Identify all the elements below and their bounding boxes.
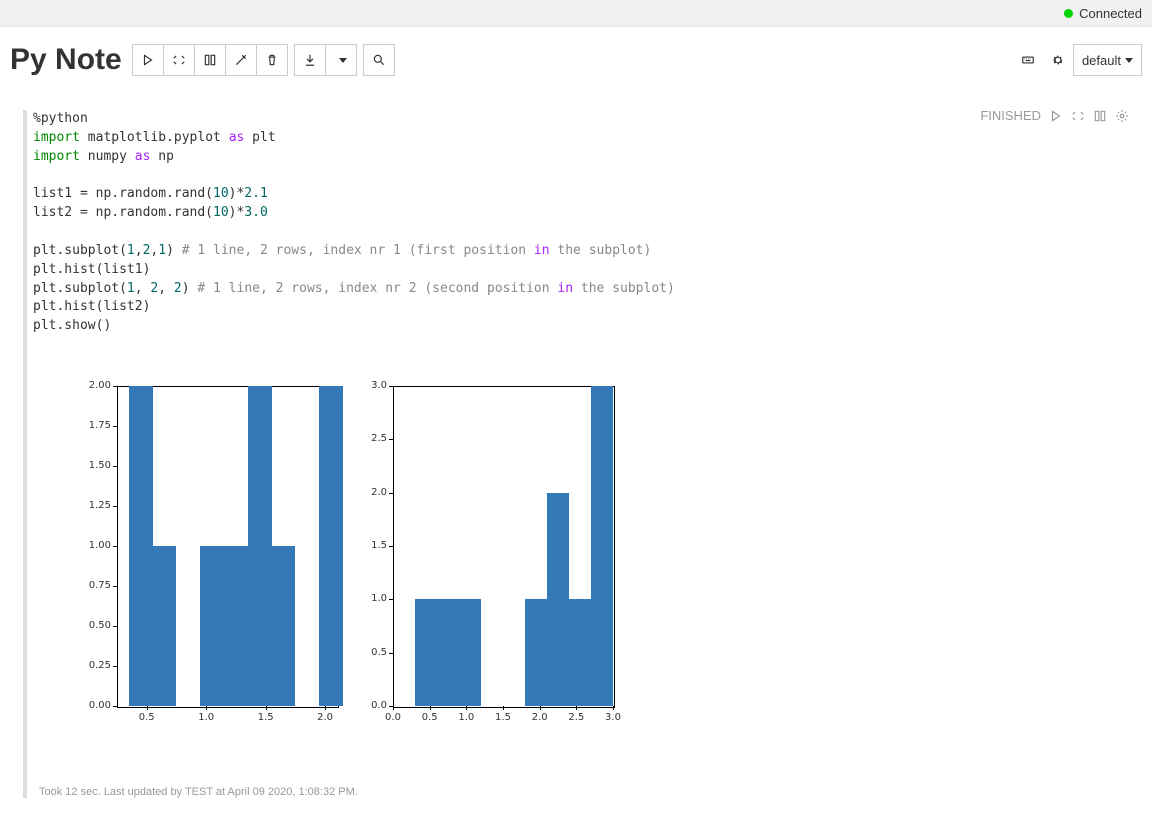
interpreter-mode-dropdown[interactable]: default — [1073, 44, 1142, 76]
cell-action-bar: FINISHED — [980, 108, 1129, 123]
y-tick-label: 1.0 — [363, 593, 387, 604]
y-tick-label: 1.25 — [73, 500, 111, 511]
y-tick-label: 0.00 — [73, 700, 111, 711]
y-tick-label: 0.0 — [363, 700, 387, 711]
y-tick-label: 3.0 — [363, 380, 387, 391]
x-tick-label: 0.5 — [135, 712, 159, 723]
interpreter-mode-label: default — [1082, 53, 1121, 68]
export-dropdown-button[interactable] — [325, 44, 357, 76]
toolbar-main-group — [132, 44, 288, 76]
y-tick-label: 1.5 — [363, 540, 387, 551]
x-tick-label: 1.0 — [454, 712, 478, 723]
show-output-button[interactable] — [194, 44, 225, 76]
bar — [569, 599, 591, 706]
interpreter-settings-button[interactable] — [1043, 45, 1073, 75]
bar — [525, 599, 547, 706]
bar — [437, 599, 459, 706]
hide-output-button[interactable] — [163, 44, 194, 76]
y-tick-label: 1.75 — [73, 420, 111, 431]
x-tick-label: 1.5 — [254, 712, 278, 723]
toolbar-search-group — [363, 44, 395, 76]
bar — [200, 546, 224, 706]
connection-status-label: Connected — [1079, 6, 1142, 21]
y-tick-label: 0.5 — [363, 647, 387, 658]
bar — [272, 546, 296, 706]
paragraph-settings-icon[interactable] — [1115, 109, 1129, 123]
x-tick-label: 1.0 — [194, 712, 218, 723]
y-tick-label: 2.00 — [73, 380, 111, 391]
x-tick-label: 2.5 — [564, 712, 588, 723]
notebook-title[interactable]: Py Note — [10, 43, 122, 77]
toolbar-export-group — [294, 44, 357, 76]
bar — [591, 386, 613, 706]
y-tick-label: 2.0 — [363, 487, 387, 498]
bar — [129, 386, 153, 706]
toggle-output-icon[interactable] — [1093, 109, 1107, 123]
run-paragraph-icon[interactable] — [1049, 109, 1063, 123]
cell-status-label: FINISHED — [980, 108, 1041, 123]
bar — [547, 493, 569, 706]
x-tick-label: 0.5 — [418, 712, 442, 723]
x-tick-label: 2.0 — [313, 712, 337, 723]
x-tick-label: 0.0 — [381, 712, 405, 723]
paragraph-footer: Took 12 sec. Last updated by TEST at Apr… — [39, 786, 1125, 798]
x-tick-label: 2.0 — [528, 712, 552, 723]
y-tick-label: 0.75 — [73, 580, 111, 591]
export-button[interactable] — [294, 44, 325, 76]
y-tick-label: 1.00 — [73, 540, 111, 551]
keyboard-shortcuts-button[interactable] — [1013, 45, 1043, 75]
clear-output-button[interactable] — [225, 44, 256, 76]
output-charts: 0.000.250.500.751.001.251.501.752.000.51… — [73, 386, 1125, 746]
notebook-header: Py Note default — [0, 27, 1152, 91]
bar — [248, 386, 272, 706]
hide-editor-icon[interactable] — [1071, 109, 1085, 123]
code-editor[interactable]: %python import matplotlib.pyplot as plt … — [33, 110, 1125, 336]
y-tick-label: 1.50 — [73, 460, 111, 471]
y-tick-label: 0.50 — [73, 620, 111, 631]
delete-note-button[interactable] — [256, 44, 288, 76]
top-status-bar: Connected — [0, 0, 1152, 27]
run-all-button[interactable] — [132, 44, 163, 76]
bar — [415, 599, 437, 706]
notebook-body: FINISHED %python import matplotlib.pyplo… — [0, 91, 1152, 817]
histogram-subplot-1: 0.000.250.500.751.001.251.501.752.000.51… — [73, 386, 343, 746]
x-tick-label: 1.5 — [491, 712, 515, 723]
bar — [153, 546, 177, 706]
x-tick-label: 3.0 — [601, 712, 625, 723]
connection-dot-icon — [1064, 9, 1073, 18]
y-tick-label: 2.5 — [363, 433, 387, 444]
bar — [319, 386, 343, 706]
search-button[interactable] — [363, 44, 395, 76]
histogram-subplot-2: 0.00.51.01.52.02.53.00.00.51.01.52.02.53… — [363, 386, 623, 746]
bar — [224, 546, 248, 706]
y-tick-label: 0.25 — [73, 660, 111, 671]
bar — [459, 599, 481, 706]
cell-gutter — [23, 110, 27, 798]
paragraph-cell[interactable]: FINISHED %python import matplotlib.pyplo… — [16, 101, 1136, 807]
